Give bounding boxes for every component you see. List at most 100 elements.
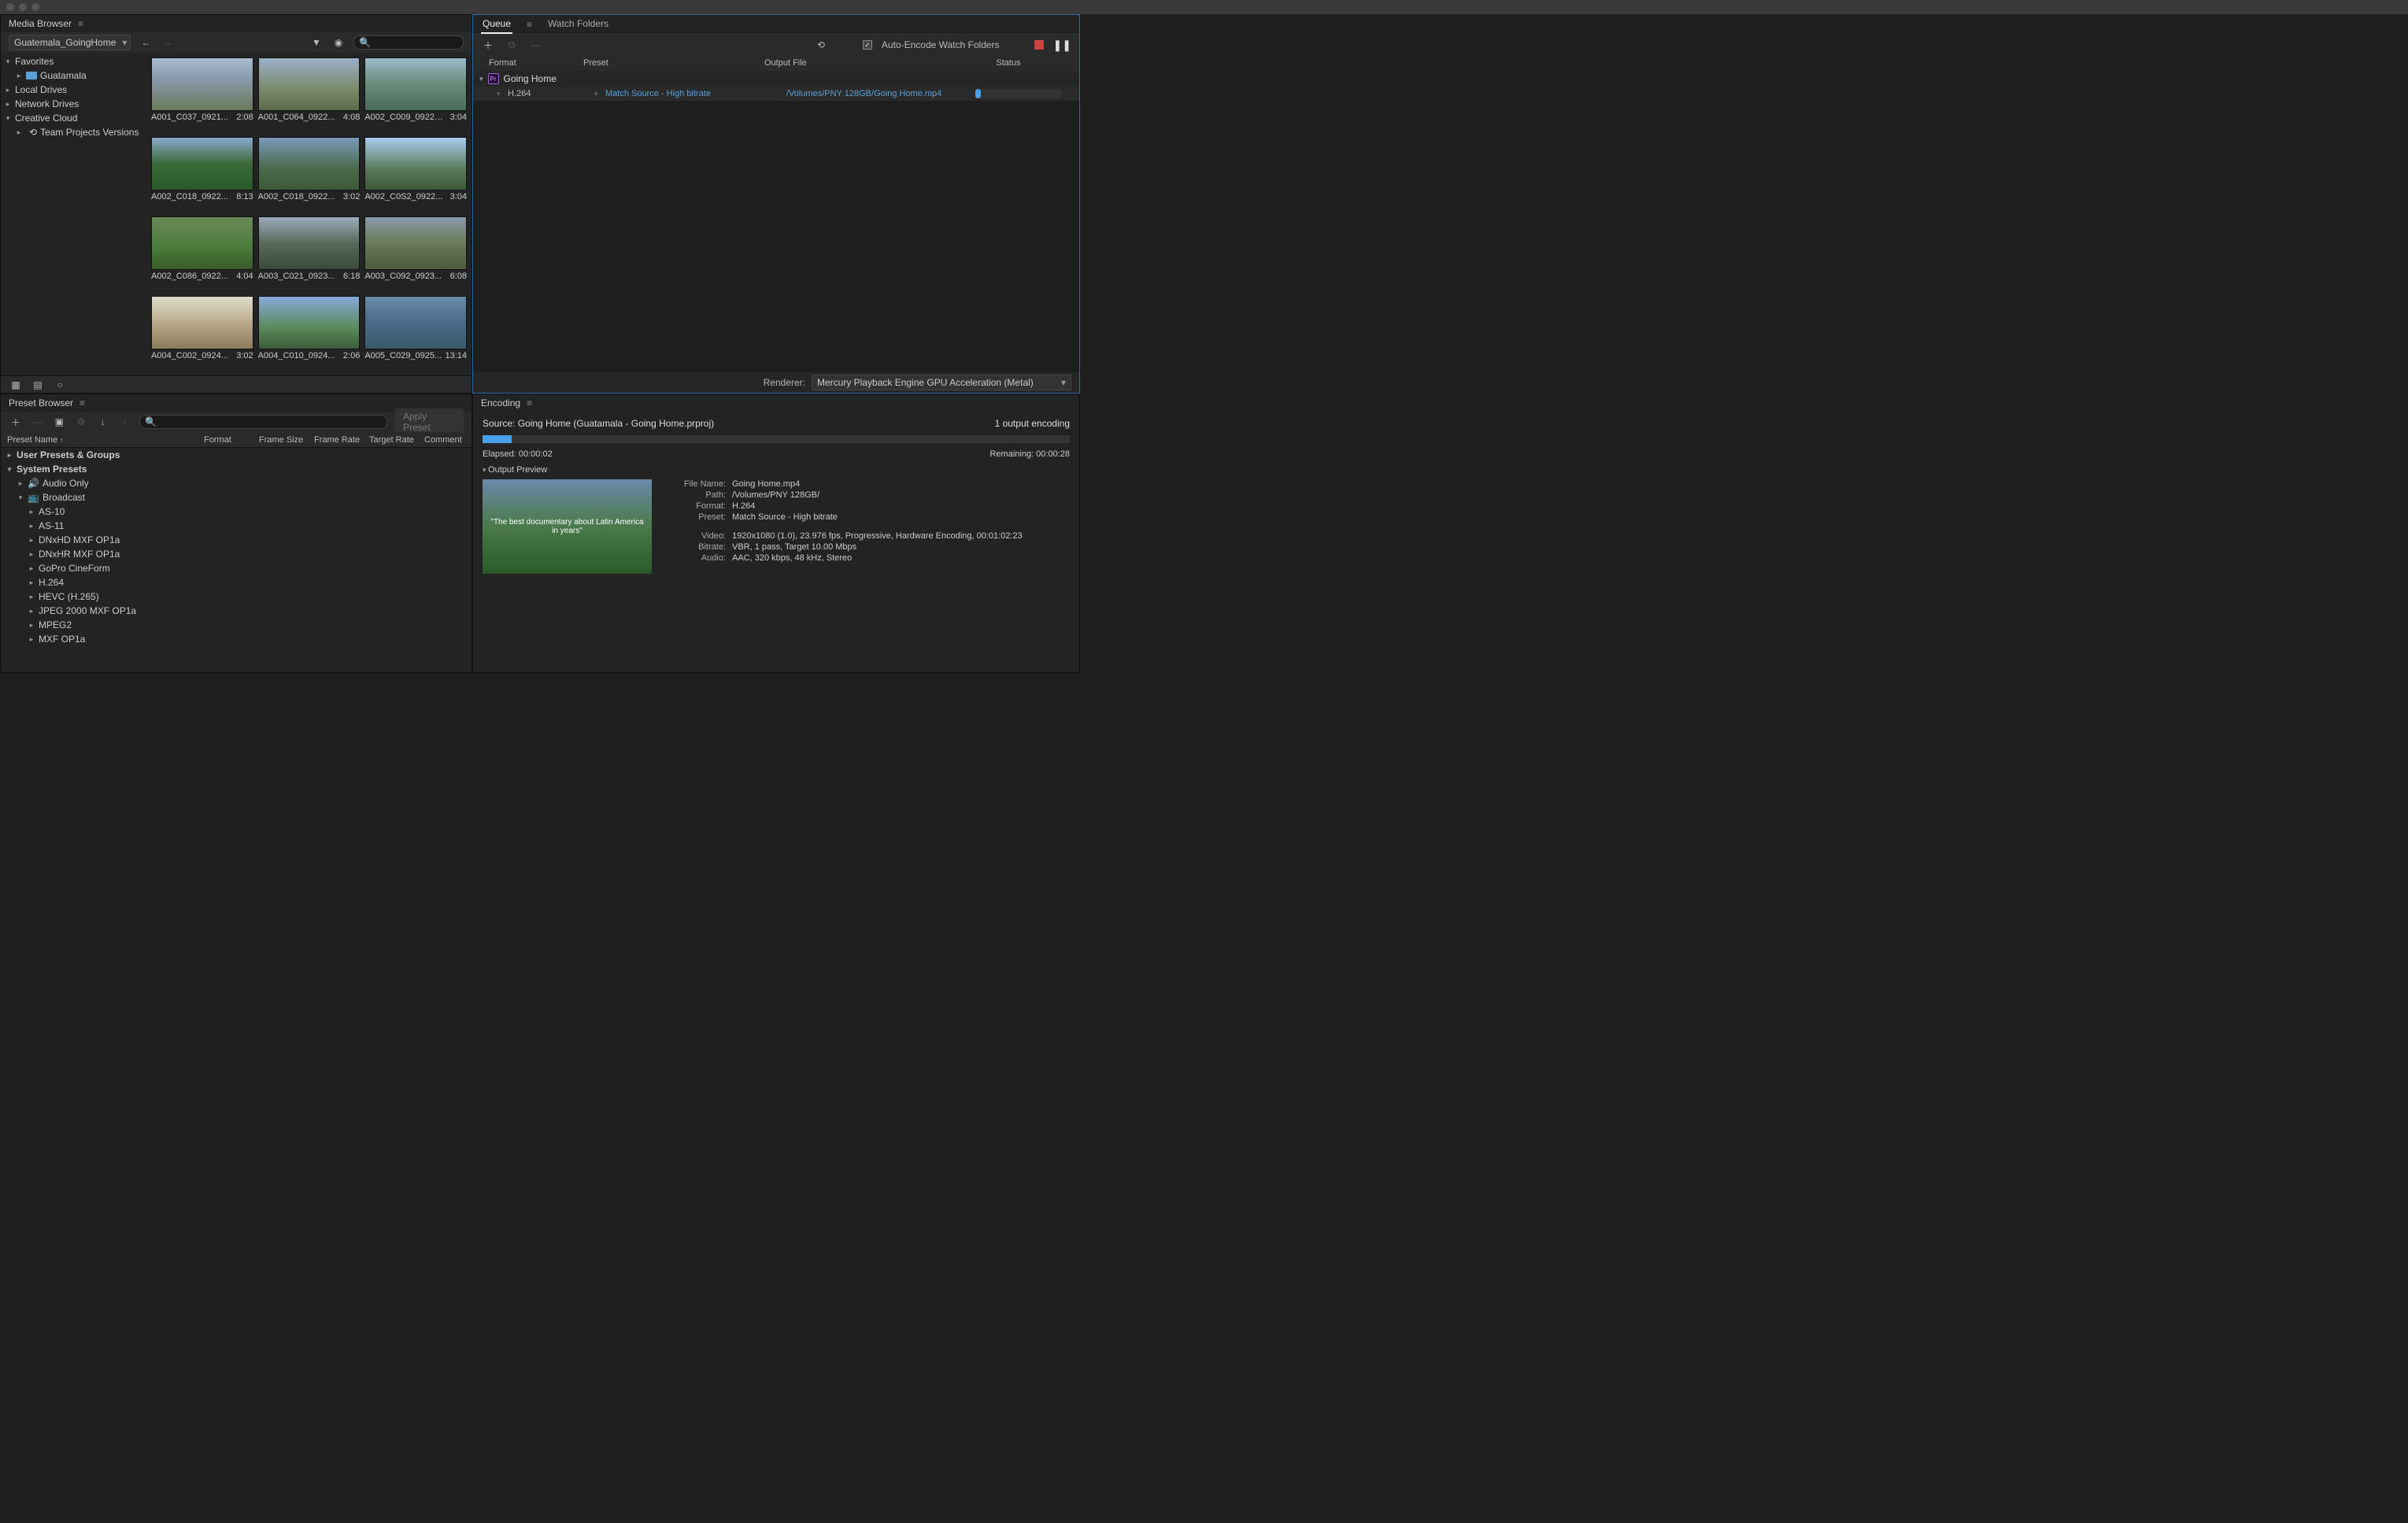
project-dropdown[interactable]: Guatemala_GoingHome <box>9 35 131 50</box>
queue-headers: Format Preset Output File Status <box>473 55 1079 71</box>
preset-item[interactable]: ▸AS-10 <box>1 505 472 519</box>
preset-item[interactable]: ▸DNxHD MXF OP1a <box>1 533 472 547</box>
preset-browser-title: Preset Browser <box>9 397 73 408</box>
output-preview-thumbnail: "The best documentary about Latin Americ… <box>483 479 652 574</box>
clip-thumbnail <box>151 296 253 349</box>
view-list-icon[interactable]: ▦ <box>9 379 23 390</box>
clip-duration: 3:02 <box>343 192 360 201</box>
tab-watch-folders[interactable]: Watch Folders <box>546 15 610 34</box>
panel-menu-icon[interactable]: ≡ <box>80 397 85 408</box>
clip-duration: 2:08 <box>236 113 253 122</box>
tab-queue[interactable]: Queue <box>481 15 512 34</box>
encoding-progress-bar <box>483 435 1070 443</box>
view-freeform-icon[interactable]: ○ <box>53 379 67 390</box>
tree-local-drives[interactable]: ▸Local Drives <box>1 83 146 97</box>
clip-name: A004_C010_0924... <box>258 351 335 360</box>
preset-group-system[interactable]: ▾System Presets <box>1 462 472 476</box>
add-source-icon[interactable]: ＋ <box>481 39 495 52</box>
meta-path: /Volumes/PNY 128GB/ <box>732 490 1023 500</box>
preset-header-format[interactable]: Format <box>204 435 259 445</box>
view-thumb-icon[interactable]: ▤ <box>31 379 45 390</box>
media-browser-title: Media Browser <box>9 18 72 29</box>
media-clip[interactable]: A003_C092_0923...6:08 <box>364 216 467 291</box>
link-outputs-icon[interactable]: ⟲ <box>814 39 828 50</box>
preset-group-audio-only[interactable]: ▸🔊Audio Only <box>1 476 472 490</box>
tree-team-projects[interactable]: ▸⟲Team Projects Versions <box>1 125 146 139</box>
tree-favorites[interactable]: ▾Favorites <box>1 54 146 68</box>
preset-item[interactable]: ▸H.264 <box>1 575 472 590</box>
media-clip[interactable]: A004_C002_0924...3:02 <box>151 296 253 371</box>
media-clip[interactable]: A002_C018_0922... 3:02 <box>258 137 361 212</box>
import-preset-icon[interactable]: ↓ <box>96 416 110 427</box>
preset-item[interactable]: ▸AS-11 <box>1 519 472 533</box>
clip-thumbnail <box>258 216 361 270</box>
queue-panel-menu-icon[interactable]: ≡ <box>527 19 532 30</box>
queue-toolbar: ＋ ⧉ — ⟲ ✓ Auto-Encode Watch Folders ❚❚ <box>473 35 1079 55</box>
tree-creative-cloud[interactable]: ▾Creative Cloud <box>1 111 146 125</box>
queue-body: ▾ Pr Going Home ▾ H.264 ▾ Match Source -… <box>473 71 1079 372</box>
preset-header-comment[interactable]: Comment <box>424 435 462 445</box>
media-clip[interactable]: A002_C018_0922...8:13 <box>151 137 253 212</box>
new-preset-icon[interactable]: ＋ <box>9 416 23 429</box>
preset-item[interactable]: ▸JPEG 2000 MXF OP1a <box>1 604 472 618</box>
queue-row-output[interactable]: /Volumes/PNY 128GB/Going Home.mp4 <box>786 89 975 98</box>
queue-row-preset[interactable]: Match Source - High bitrate <box>605 89 786 98</box>
preset-item[interactable]: ▸DNxHR MXF OP1a <box>1 547 472 561</box>
queue-output-row[interactable]: ▾ H.264 ▾ Match Source - High bitrate /V… <box>473 87 1079 101</box>
filter-icon[interactable]: ▼ <box>309 37 324 48</box>
preset-header-targetrate[interactable]: Target Rate <box>369 435 424 445</box>
clip-thumbnail <box>364 57 467 111</box>
queue-row-format[interactable]: H.264 <box>508 89 594 98</box>
ingest-eye-icon[interactable]: ◉ <box>331 37 346 48</box>
clip-name: A002_C0S2_0922... <box>364 192 442 201</box>
minimize-dot[interactable] <box>19 3 27 11</box>
tree-network-drives[interactable]: ▸Network Drives <box>1 97 146 111</box>
preset-item[interactable]: ▸HEVC (H.265) <box>1 590 472 604</box>
close-dot[interactable] <box>6 3 14 11</box>
queue-job[interactable]: ▾ Pr Going Home ▾ H.264 ▾ Match Source -… <box>473 71 1079 101</box>
preset-item[interactable]: ▸GoPro CineForm <box>1 561 472 575</box>
output-preview-label[interactable]: ▾ Output Preview <box>483 465 1070 475</box>
clip-duration: 3:04 <box>450 113 467 122</box>
encoding-remaining: Remaining: 00:00:28 <box>989 449 1070 459</box>
media-clip[interactable]: A004_C010_0924...2:06 <box>258 296 361 371</box>
apply-preset-button[interactable]: Apply Preset <box>395 408 464 435</box>
media-clip[interactable]: A002_C009_09222...3:04 <box>364 57 467 132</box>
panel-menu-icon[interactable]: ≡ <box>527 397 532 408</box>
media-browser-footer: ▦ ▤ ○ <box>1 375 472 393</box>
preset-group-user[interactable]: ▸User Presets & Groups <box>1 448 472 462</box>
zoom-dot[interactable] <box>31 3 39 11</box>
media-clip[interactable]: A003_C021_0923...6:18 <box>258 216 361 291</box>
nav-back-icon[interactable]: ← <box>139 37 153 48</box>
search-icon: 🔍 <box>145 416 157 427</box>
media-search-input[interactable]: 🔍 <box>353 35 464 50</box>
panel-menu-icon[interactable]: ≡ <box>78 18 83 29</box>
queue-footer: Renderer: Mercury Playback Engine GPU Ac… <box>473 372 1079 393</box>
media-clip[interactable]: A002_C086_0922...4:04 <box>151 216 253 291</box>
clip-name: A002_C018_0922... <box>258 192 335 201</box>
pause-queue-button[interactable]: ❚❚ <box>1053 39 1071 52</box>
auto-encode-checkbox[interactable]: ✓ <box>863 40 872 50</box>
media-clip[interactable]: A005_C029_0925...13:14 <box>364 296 467 371</box>
tree-guatamala[interactable]: ▸Guatamala <box>1 68 146 83</box>
nav-forward-icon: → <box>161 37 175 48</box>
clip-thumbnail <box>258 296 361 349</box>
media-clip[interactable]: A002_C0S2_0922...3:04 <box>364 137 467 212</box>
renderer-dropdown[interactable]: Mercury Playback Engine GPU Acceleration… <box>812 375 1071 390</box>
preset-group-icon[interactable]: ▣ <box>52 416 66 427</box>
preset-header-name[interactable]: Preset Name ↑ <box>7 435 204 445</box>
media-browser-toolbar: Guatemala_GoingHome ← → ▼ ◉ 🔍 <box>1 32 472 53</box>
preset-group-broadcast[interactable]: ▾📺Broadcast <box>1 490 472 505</box>
stop-queue-button[interactable] <box>1034 40 1044 50</box>
preset-search-input[interactable]: 🔍 <box>139 415 387 429</box>
preset-header-framerate[interactable]: Frame Rate <box>314 435 369 445</box>
media-clip[interactable]: A001_C037_0921...2:08 <box>151 57 253 132</box>
clip-duration: 4:08 <box>343 113 360 122</box>
media-clip[interactable]: A001_C064_0922...4:08 <box>258 57 361 132</box>
search-icon: 🔍 <box>359 37 371 48</box>
meta-video: 1920x1080 (1.0), 23.976 fps, Progressive… <box>732 531 1023 541</box>
clip-thumbnail <box>151 216 253 270</box>
preset-header-framesize[interactable]: Frame Size <box>259 435 314 445</box>
preset-item[interactable]: ▸MXF OP1a <box>1 632 472 646</box>
preset-item[interactable]: ▸MPEG2 <box>1 618 472 632</box>
